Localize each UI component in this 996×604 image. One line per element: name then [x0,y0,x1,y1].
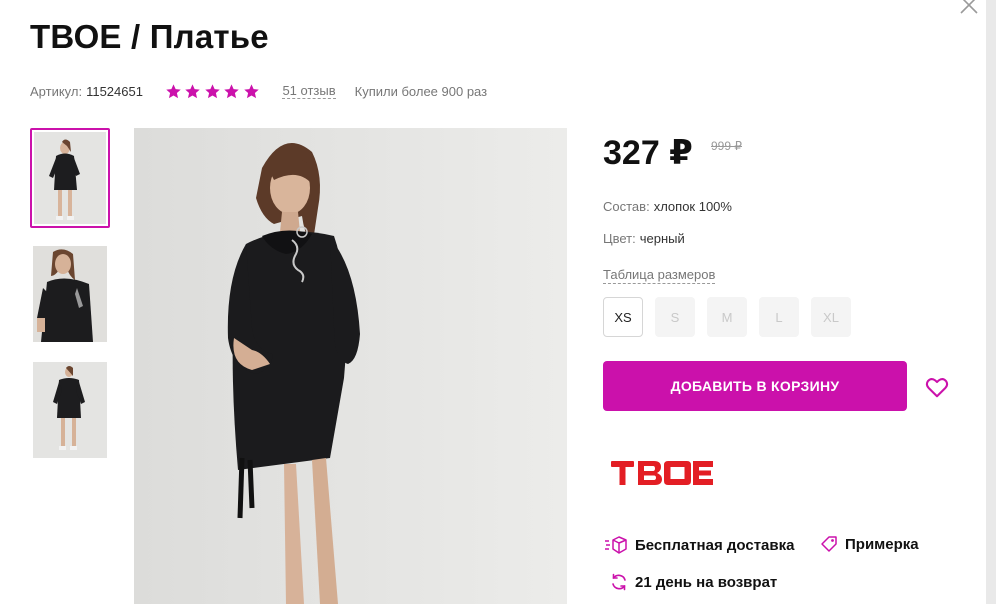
feature-fitting: Примерка [820,535,919,553]
color-row: Цвет: черный [603,231,685,246]
delivery-label: Бесплатная доставка [635,536,795,554]
star-icon [224,83,240,98]
heart-icon[interactable] [924,374,950,400]
composition-label: Состав: [603,199,650,214]
close-icon[interactable] [958,0,980,16]
star-icon [166,83,181,98]
brand-logo[interactable] [611,459,715,492]
size-option-s[interactable]: S [655,297,695,337]
tag-icon [821,536,837,552]
product-meta: Артикул: 11524651 51 отзыв Купили более … [30,81,487,101]
thumbnail-image [34,132,106,224]
star-icon [185,83,201,98]
composition-value: хлопок 100% [653,199,732,214]
size-option-l[interactable]: L [759,297,799,337]
feature-delivery: Бесплатная доставка [604,535,794,555]
article-label: Артикул: [30,83,83,99]
product-title: ТВОЕ / Платье [30,18,269,55]
color-label: Цвет: [603,231,636,246]
product-thumbnail-2[interactable] [33,246,107,342]
size-option-xl[interactable]: XL [811,297,851,337]
thumbnail-image [33,362,107,458]
size-option-xs[interactable]: XS [603,297,643,337]
star-icon [244,83,259,98]
article-number: 11524651 [86,83,143,99]
star-icon [205,83,220,98]
window-edge [986,0,996,604]
feature-return: 21 день на возврат [610,573,777,591]
size-table-link[interactable]: Таблица размеров [603,267,716,284]
composition-row: Состав: хлопок 100% [603,199,732,214]
product-thumbnail-1[interactable] [30,128,110,228]
thumbnail-image [33,246,107,342]
product-thumbnail-3[interactable] [33,362,107,458]
reviews-link[interactable]: 51 отзыв [282,83,336,99]
current-price: 327 ₽ [603,134,693,172]
refresh-icon [612,573,626,591]
rating-stars [165,83,263,100]
old-price: 999 ₽ [711,139,742,153]
return-label: 21 день на возврат [635,573,778,591]
delivery-box-icon [605,536,627,554]
dress-model-photo [134,128,567,604]
product-main-photo[interactable] [134,128,567,604]
brand-logo-image [611,461,713,485]
color-value: черный [639,231,685,246]
fitting-label: Примерка [845,535,919,553]
size-option-m[interactable]: M [707,297,747,337]
add-to-cart-button[interactable]: ДОБАВИТЬ В КОРЗИНУ [603,361,907,411]
size-selector: XS S M L XL [603,297,863,337]
bought-count: Купили более 900 раз [354,83,488,99]
